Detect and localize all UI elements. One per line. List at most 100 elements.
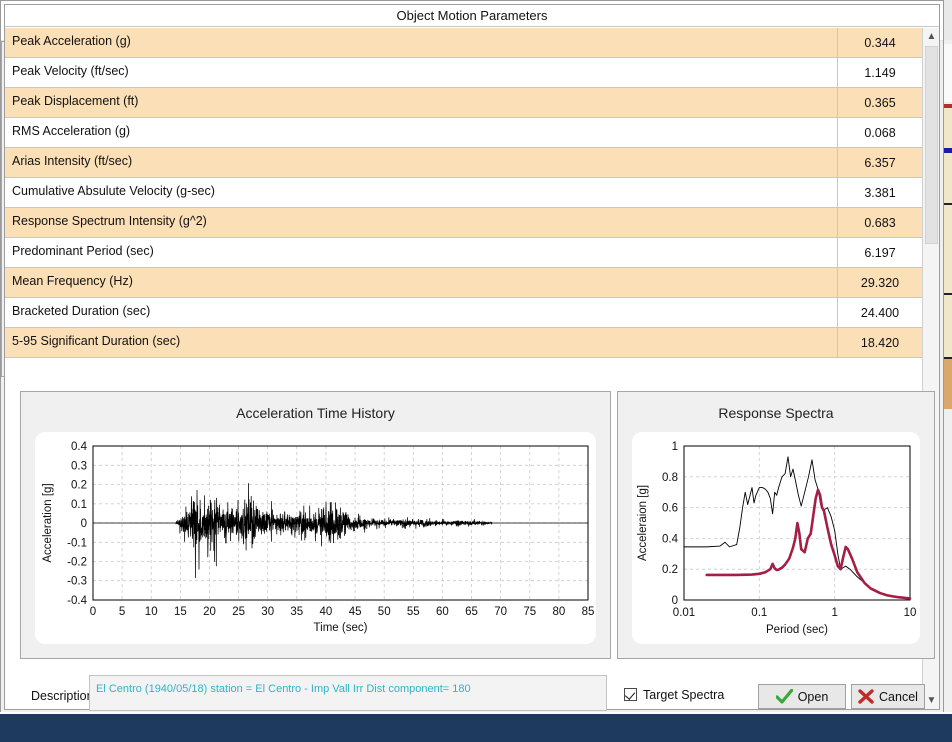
parameter-name: Response Spectrum Intensity (g^2)	[12, 214, 207, 228]
parameter-value: 3.381	[837, 178, 922, 207]
scroll-up-icon[interactable]: ▲	[923, 28, 939, 45]
parameter-name: RMS Acceleration (g)	[12, 124, 131, 138]
parameter-row: Peak Displacement (ft) 0.365	[5, 88, 922, 118]
open-ground-motion-dialog: C:\Users\.Documents\ProShake Data Folder…	[0, 0, 944, 714]
svg-text:0.2: 0.2	[71, 480, 87, 492]
parameter-name: Mean Frequency (Hz)	[12, 274, 133, 288]
parameter-row: Response Spectrum Intensity (g^2) 0.683	[5, 208, 922, 238]
open-button[interactable]: Open	[758, 684, 846, 709]
svg-text:-0.4: -0.4	[67, 595, 87, 607]
description-field[interactable]: El Centro (1940/05/18) station = El Cent…	[89, 675, 607, 711]
response-spectra-chart: 0.01 0.1 1 10 0 0.2 0.4 0.6 0.8 1 Period (sec) Acce…	[632, 432, 920, 644]
parameter-value: 6.357	[837, 148, 922, 177]
svg-text:-0.2: -0.2	[67, 557, 87, 569]
parameter-value: 18.420	[837, 328, 922, 357]
parameter-row: RMS Acceleration (g) 0.068	[5, 118, 922, 148]
parameter-value: 0.068	[837, 118, 922, 147]
parameter-row: Arias Intensity (ft/sec) 6.357	[5, 148, 922, 178]
parameter-value: 29.320	[837, 268, 922, 297]
svg-text:10: 10	[904, 607, 917, 619]
svg-text:60: 60	[436, 606, 449, 618]
parameter-name: Predominant Period (sec)	[12, 244, 154, 258]
parameter-value: 0.365	[837, 88, 922, 117]
description-value: El Centro (1940/05/18) station = El Cent…	[96, 683, 471, 695]
svg-text:35: 35	[290, 606, 303, 618]
parameter-name: Cumulative Absulute Velocity (g-sec)	[12, 184, 215, 198]
svg-text:0: 0	[90, 606, 96, 618]
svg-text:0.01: 0.01	[673, 607, 695, 619]
object-motion-parameters-panel: Object Motion Parameters Peak Accelerati…	[1, 4, 940, 710]
svg-text:20: 20	[203, 606, 216, 618]
parameter-name: Peak Velocity (ft/sec)	[12, 64, 129, 78]
svg-text:55: 55	[407, 606, 420, 618]
parameter-value: 0.344	[837, 28, 922, 57]
svg-text:Acceleraion [g]: Acceleraion [g]	[637, 485, 649, 561]
svg-text:0: 0	[81, 518, 87, 530]
parameter-row: Mean Frequency (Hz) 29.320	[5, 268, 922, 298]
parameter-row: Peak Acceleration (g) 0.344	[5, 28, 922, 58]
parameter-row: Bracketed Duration (sec) 24.400	[5, 298, 922, 328]
svg-text:65: 65	[465, 606, 478, 618]
cancel-button[interactable]: Cancel	[851, 684, 925, 709]
cross-icon	[858, 689, 874, 704]
target-spectra-label: Target Spectra	[643, 688, 725, 702]
svg-text:0.4: 0.4	[662, 533, 679, 545]
open-button-label: Open	[797, 689, 829, 704]
svg-text:-0.1: -0.1	[67, 537, 87, 549]
check-icon	[775, 689, 793, 704]
svg-text:-0.3: -0.3	[67, 576, 87, 588]
parameter-name: Peak Acceleration (g)	[12, 34, 131, 48]
svg-text:0.4: 0.4	[71, 441, 88, 453]
time-history-plot: 0 5 10 15 20 25 30 35 40 45 50 55 60 65 70 75 80 85 -0.4 -0…	[42, 441, 595, 634]
svg-text:Acceleration [g]: Acceleration [g]	[42, 483, 54, 562]
target-spectra-checkbox[interactable]	[624, 688, 637, 701]
time-history-chart: 0 5 10 15 20 25 30 35 40 45 50 55 60 65 70 75 80 85 -0.4 -0…	[35, 432, 596, 644]
svg-text:30: 30	[261, 606, 274, 618]
parameter-value: 0.683	[837, 208, 922, 237]
svg-text:0: 0	[672, 595, 678, 607]
svg-text:0.3: 0.3	[71, 460, 87, 472]
parameter-name: Arias Intensity (ft/sec)	[12, 154, 133, 168]
svg-text:50: 50	[378, 606, 391, 618]
cancel-button-label: Cancel	[879, 689, 918, 704]
svg-text:85: 85	[582, 606, 595, 618]
svg-text:80: 80	[553, 606, 566, 618]
scroll-down-icon[interactable]: ▼	[923, 692, 939, 709]
parameters-vscroll-thumb[interactable]	[925, 46, 938, 244]
acceleration-time-history-panel: Acceleration Time History 0 5 10 15 20 25 30 35…	[20, 391, 611, 659]
svg-text:1: 1	[672, 441, 678, 453]
parameter-name: 5-95 Significant Duration (sec)	[12, 334, 181, 348]
parameter-name: Peak Displacement (ft)	[12, 94, 139, 108]
svg-text:75: 75	[523, 606, 536, 618]
svg-text:0.8: 0.8	[662, 472, 678, 484]
svg-text:1: 1	[831, 607, 837, 619]
parameters-title: Object Motion Parameters	[5, 5, 939, 27]
description-label: Description:	[31, 689, 97, 703]
parameter-value: 24.400	[837, 298, 922, 327]
parameter-row: 5-95 Significant Duration (sec) 18.420	[5, 328, 922, 358]
parameter-value: 6.197	[837, 238, 922, 267]
parameter-value: 1.149	[837, 58, 922, 87]
svg-text:0.6: 0.6	[662, 503, 678, 515]
svg-text:Period (sec): Period (sec)	[766, 624, 828, 636]
parameter-row: Predominant Period (sec) 6.197	[5, 238, 922, 268]
svg-text:10: 10	[145, 606, 158, 618]
time-history-chart-title: Acceleration Time History	[236, 405, 395, 421]
response-spectra-chart-title: Response Spectra	[718, 405, 834, 421]
parameter-name: Bracketed Duration (sec)	[12, 304, 151, 318]
svg-text:45: 45	[349, 606, 362, 618]
parameter-row: Peak Velocity (ft/sec) 1.149	[5, 58, 922, 88]
svg-text:25: 25	[232, 606, 245, 618]
svg-text:5: 5	[119, 606, 125, 618]
svg-text:70: 70	[494, 606, 507, 618]
svg-text:Time (sec): Time (sec)	[314, 622, 368, 634]
svg-text:0.1: 0.1	[71, 499, 87, 511]
svg-text:0.1: 0.1	[751, 607, 767, 619]
response-spectra-panel: Response Spectra 0.01 0.1 1 10 0 0.2 0.4 0.6 0.8…	[617, 391, 935, 659]
parameter-row: Cumulative Absulute Velocity (g-sec) 3.38…	[5, 178, 922, 208]
svg-text:0.2: 0.2	[662, 564, 678, 576]
svg-text:40: 40	[320, 606, 333, 618]
os-taskbar	[0, 714, 952, 742]
response-spectra-plot: 0.01 0.1 1 1000.20.40.60.81Period (sec)Acce…	[637, 441, 917, 636]
svg-text:15: 15	[174, 606, 187, 618]
